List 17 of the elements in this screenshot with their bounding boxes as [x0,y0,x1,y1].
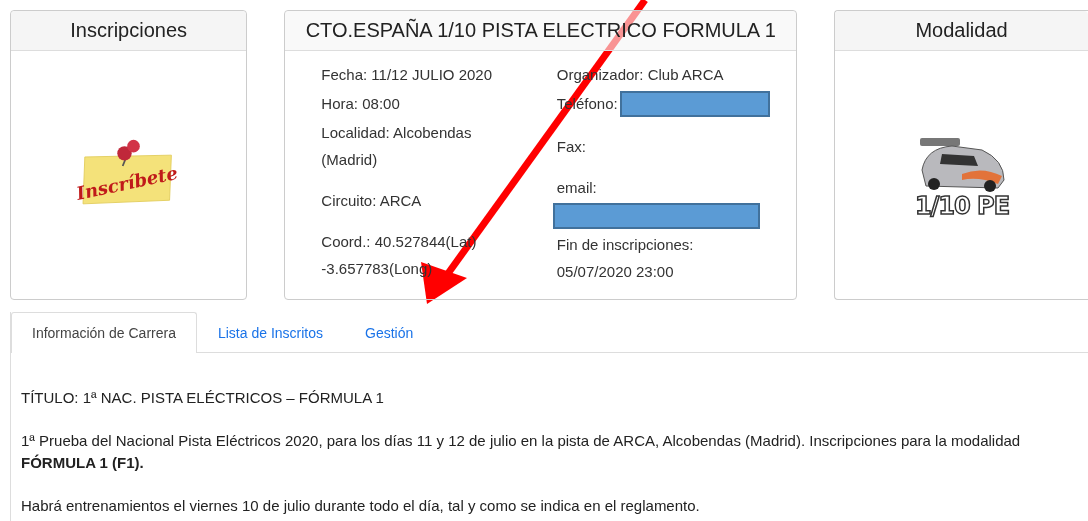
info-text: Localidad: Alcobendas (Madrid) [321,124,472,168]
tab[interactable]: Lista de Inscritos [196,312,344,353]
tab[interactable]: Información de Carrera [11,312,197,353]
info-text: Hora: 08:00 [321,95,400,112]
race-car-drawing: 1/10 PE [911,130,1012,220]
card-title: Modalidad [835,11,1088,51]
info-text: Fin de inscripciones: 05/07/2020 23:00 [556,236,694,280]
paragraph: 1ª Prueba del Nacional Pista Eléctricos 2020, para los días 11 y 12 de julio en la pista de ARCA, Alcobendas (Madrid). Inscripciones para la modalidad FÓRMULA 1 (F1). [21,431,1022,473]
paragraph: TÍTULO: 1ª NAC. PISTA ELÉCTRICOS – FÓRMULA 1 [21,388,385,408]
info-text: Fecha: 11/12 JULIO 2020 [321,66,492,83]
info-text: email: [556,178,597,198]
paragraph: Habrá entrenamientos el viernes 10 de julio durante todo el día, tal y como se indica en el reglamento. [21,496,701,516]
info-text: Circuito: ARCA [321,192,422,209]
card-title: CTO.ESPAÑA 1/10 PISTA ELECTRICO FORMULA 1 [285,11,797,51]
tab[interactable]: Gestión [344,312,435,353]
card-title: Inscripciones [11,11,247,51]
info-text: Fax: [556,138,586,155]
